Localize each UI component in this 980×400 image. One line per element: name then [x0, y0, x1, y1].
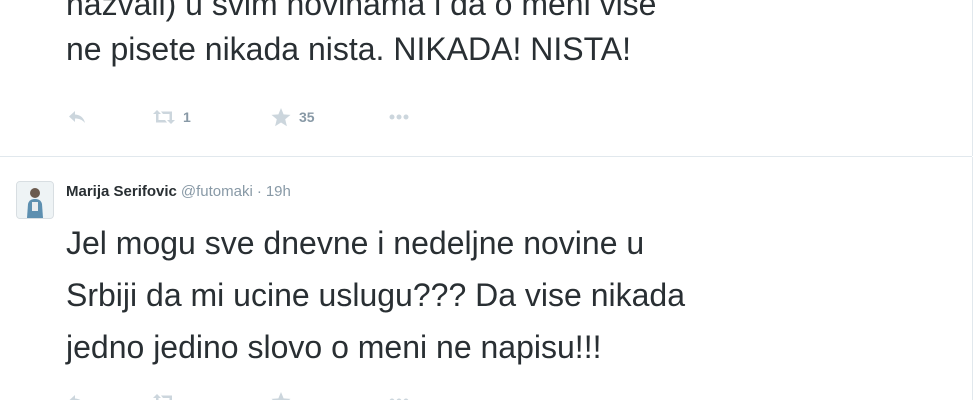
star-icon [271, 391, 291, 400]
tweet-text: Jel mogu sve dnevne i nedeljne novine u … [66, 217, 946, 373]
favorite-count: 35 [299, 109, 315, 125]
tweet-timestamp[interactable]: 19h [266, 183, 291, 200]
reply-button[interactable] [68, 390, 153, 400]
retweet-icon [153, 110, 175, 124]
reply-icon [68, 110, 86, 124]
reply-button[interactable] [68, 106, 153, 128]
user-handle[interactable]: @futomaki [181, 183, 253, 200]
retweet-count: 1 [183, 109, 191, 125]
tweet-actions [68, 390, 409, 400]
more-button[interactable] [389, 390, 409, 400]
more-button[interactable] [389, 106, 409, 128]
tweet-previous[interactable]: nazvali) u svim novinama i da o meni vis… [0, 0, 973, 156]
tweet-actions: 1 35 [68, 106, 409, 128]
favorite-button[interactable]: 35 [271, 106, 389, 128]
separator-dot: · [256, 183, 262, 200]
tweet-text-line: jedno jedino slovo o meni ne napisu!!! [66, 329, 602, 365]
tweet-text-line: Srbiji da mi ucine uslugu??? Da vise nik… [66, 277, 686, 313]
retweet-icon [153, 394, 175, 400]
tweet-text-line: nazvali) u svim novinama i da o meni vis… [66, 0, 657, 22]
tweet[interactable]: Marija Serifovic @futomaki · 19h Jel mogu s… [0, 157, 973, 400]
tweet-header: Marija Serifovic @futomaki · 19h [66, 183, 291, 200]
tweet-text-line: ne pisete nikada nista. NIKADA! NISTA! [66, 31, 631, 67]
more-icon [389, 114, 409, 120]
timeline: nazvali) u svim novinama i da o meni vis… [0, 0, 980, 400]
tweet-text-line: Jel mogu sve dnevne i nedeljne novine u [66, 225, 645, 261]
reply-icon [68, 394, 86, 400]
star-icon [271, 107, 291, 127]
avatar[interactable] [16, 181, 54, 219]
retweet-button[interactable] [153, 390, 271, 400]
favorite-button[interactable] [271, 390, 389, 400]
retweet-button[interactable]: 1 [153, 106, 271, 128]
user-fullname[interactable]: Marija Serifovic [66, 183, 177, 200]
tweet-text: nazvali) u svim novinama i da o meni vis… [66, 0, 946, 72]
